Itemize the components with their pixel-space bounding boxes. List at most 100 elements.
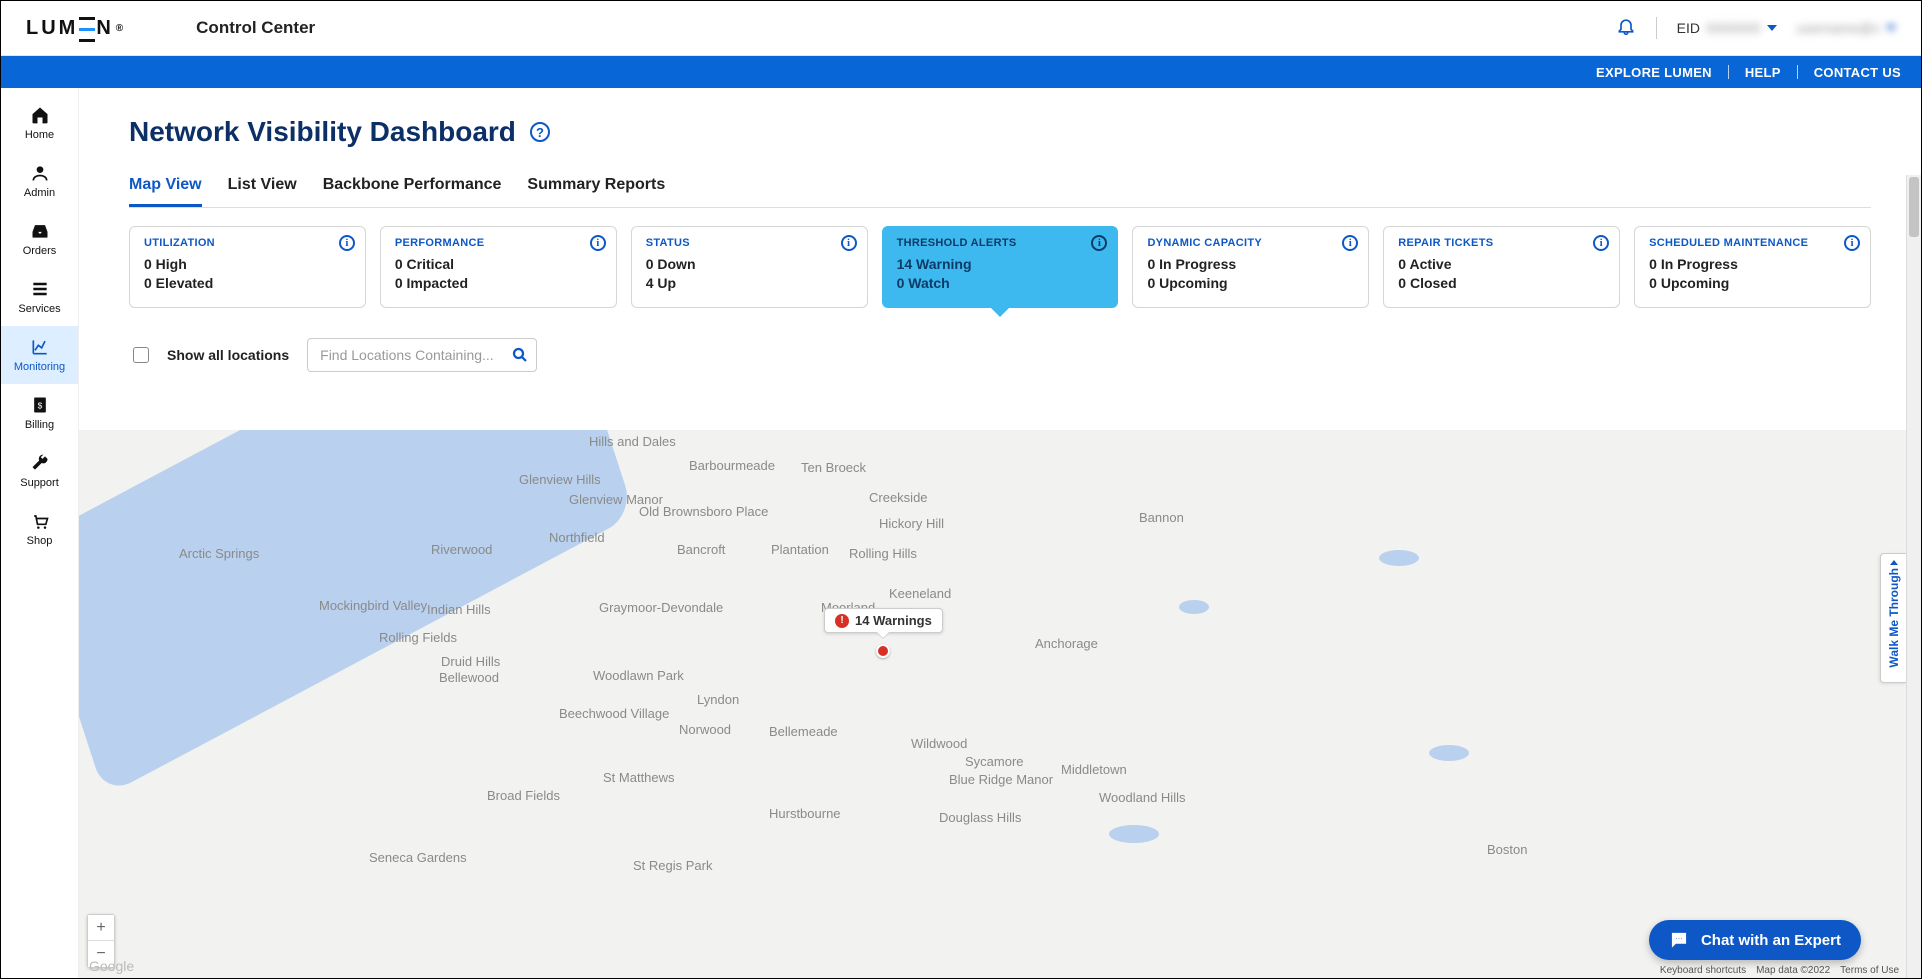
- alert-marker[interactable]: ! 14 Warnings: [824, 608, 943, 658]
- card-title: UTILIZATION: [144, 237, 351, 249]
- city-label: Keeneland: [889, 586, 951, 601]
- inbox-icon: [30, 221, 50, 241]
- card-line: 4 Up: [646, 274, 853, 293]
- card-scheduled-maintenance[interactable]: SCHEDULED MAINTENANCE i 0 In Progress 0 …: [1634, 226, 1871, 308]
- info-icon[interactable]: i: [590, 235, 606, 251]
- chat-button[interactable]: Chat with an Expert: [1649, 920, 1861, 960]
- sidebar: Home Admin Orders Services Monitoring $ …: [1, 88, 79, 978]
- chevron-up-icon: [1890, 560, 1898, 565]
- zoom-in-button[interactable]: +: [88, 915, 114, 941]
- card-line: 0 Upcoming: [1147, 274, 1354, 293]
- water-shape: [1379, 550, 1419, 566]
- sidebar-item-billing[interactable]: $ Billing: [1, 384, 78, 442]
- map-credits: Keyboard shortcuts Map data ©2022 Terms …: [1660, 965, 1917, 976]
- chart-icon: [30, 337, 50, 357]
- city-label: Lyndon: [697, 692, 739, 707]
- tab-list-view[interactable]: List View: [228, 176, 297, 207]
- card-line: 0 Impacted: [395, 274, 602, 293]
- notifications-icon[interactable]: [1616, 16, 1636, 41]
- cart-icon: [30, 511, 50, 531]
- list-icon: [30, 279, 50, 299]
- info-icon[interactable]: i: [1342, 235, 1358, 251]
- tab-summary[interactable]: Summary Reports: [527, 176, 665, 207]
- card-performance[interactable]: PERFORMANCE i 0 Critical 0 Impacted: [380, 226, 617, 308]
- sidebar-item-shop[interactable]: Shop: [1, 500, 78, 558]
- info-icon[interactable]: i: [1593, 235, 1609, 251]
- alert-icon: !: [835, 614, 849, 628]
- city-label: Hurstbourne: [769, 806, 841, 821]
- eid-label: EID: [1677, 20, 1700, 36]
- city-label: Wildwood: [911, 736, 967, 751]
- card-threshold-alerts[interactable]: THRESHOLD ALERTS i 14 Warning 0 Watch: [882, 226, 1119, 308]
- sidebar-item-home[interactable]: Home: [1, 94, 78, 152]
- city-label: Bannon: [1139, 510, 1184, 525]
- walk-me-through-tab[interactable]: Walk Me Through: [1880, 553, 1906, 683]
- scrollbar[interactable]: [1906, 175, 1921, 978]
- city-label: Boston: [1487, 842, 1527, 857]
- nav-help[interactable]: HELP: [1745, 65, 1781, 80]
- card-status[interactable]: STATUS i 0 Down 4 Up: [631, 226, 868, 308]
- card-repair-tickets[interactable]: REPAIR TICKETS i 0 Active 0 Closed: [1383, 226, 1620, 308]
- card-line: 0 Closed: [1398, 274, 1605, 293]
- city-label: Blue Ridge Manor: [949, 772, 1053, 787]
- city-label: Woodland Hills: [1099, 790, 1185, 805]
- info-icon[interactable]: i: [339, 235, 355, 251]
- google-logo: Google: [89, 958, 134, 974]
- search-icon[interactable]: [509, 344, 531, 366]
- city-label: Druid Hills: [441, 654, 500, 669]
- credits-terms[interactable]: Terms of Use: [1840, 965, 1899, 976]
- user-dropdown[interactable]: username@x: [1797, 20, 1896, 36]
- tab-map-view[interactable]: Map View: [129, 176, 202, 207]
- map-canvas[interactable]: Hills and DalesBarbourmeadeTen BroeckGle…: [79, 430, 1921, 978]
- card-line: 0 Watch: [897, 274, 1104, 293]
- credits-shortcuts[interactable]: Keyboard shortcuts: [1660, 965, 1746, 976]
- chat-icon: [1669, 930, 1689, 950]
- scrollbar-thumb[interactable]: [1909, 177, 1919, 237]
- card-utilization[interactable]: UTILIZATION i 0 High 0 Elevated: [129, 226, 366, 308]
- info-icon[interactable]: i: [1091, 235, 1107, 251]
- nav-explore[interactable]: EXPLORE LUMEN: [1596, 65, 1712, 80]
- city-label: Bancroft: [677, 542, 725, 557]
- river-shape: [79, 430, 635, 796]
- sidebar-item-orders[interactable]: Orders: [1, 210, 78, 268]
- water-shape: [279, 670, 309, 686]
- help-icon[interactable]: ?: [530, 122, 550, 142]
- filter-row: Show all locations: [129, 338, 1871, 372]
- card-dynamic-capacity[interactable]: DYNAMIC CAPACITY i 0 In Progress 0 Upcom…: [1132, 226, 1369, 308]
- city-label: Sycamore: [965, 754, 1024, 769]
- sidebar-item-label: Home: [25, 129, 54, 141]
- sidebar-item-support[interactable]: Support: [1, 442, 78, 500]
- nav-contact[interactable]: CONTACT US: [1814, 65, 1901, 80]
- location-search-input[interactable]: [307, 338, 537, 372]
- tab-backbone[interactable]: Backbone Performance: [323, 176, 502, 207]
- city-label: Broad Fields: [487, 788, 560, 803]
- info-icon[interactable]: i: [1844, 235, 1860, 251]
- city-label: Creekside: [869, 490, 928, 505]
- marker-dot-icon: [876, 644, 890, 658]
- sidebar-item-monitoring[interactable]: Monitoring: [1, 326, 78, 384]
- water-shape: [1109, 825, 1159, 843]
- svg-text:$: $: [37, 400, 42, 410]
- city-label: Douglass Hills: [939, 810, 1021, 825]
- chevron-down-icon: [1886, 25, 1896, 31]
- home-icon: [30, 105, 50, 125]
- sidebar-item-services[interactable]: Services: [1, 268, 78, 326]
- sidebar-item-label: Monitoring: [14, 361, 65, 373]
- card-line: 0 Critical: [395, 255, 602, 274]
- water-shape: [1429, 745, 1469, 761]
- card-line: 0 In Progress: [1147, 255, 1354, 274]
- card-title: THRESHOLD ALERTS: [897, 237, 1104, 249]
- show-all-label: Show all locations: [167, 347, 289, 363]
- eid-dropdown[interactable]: EID 0000000: [1677, 20, 1777, 36]
- view-tabs: Map View List View Backbone Performance …: [129, 176, 1871, 208]
- info-icon[interactable]: i: [841, 235, 857, 251]
- app-subtitle: Control Center: [196, 18, 315, 38]
- username: username@x: [1797, 20, 1880, 36]
- tooltip-tail: [877, 632, 889, 638]
- card-line: 0 Active: [1398, 255, 1605, 274]
- divider: [1797, 65, 1798, 79]
- show-all-checkbox[interactable]: [133, 347, 149, 363]
- sidebar-item-admin[interactable]: Admin: [1, 152, 78, 210]
- card-line: 0 High: [144, 255, 351, 274]
- sidebar-item-label: Billing: [25, 419, 54, 431]
